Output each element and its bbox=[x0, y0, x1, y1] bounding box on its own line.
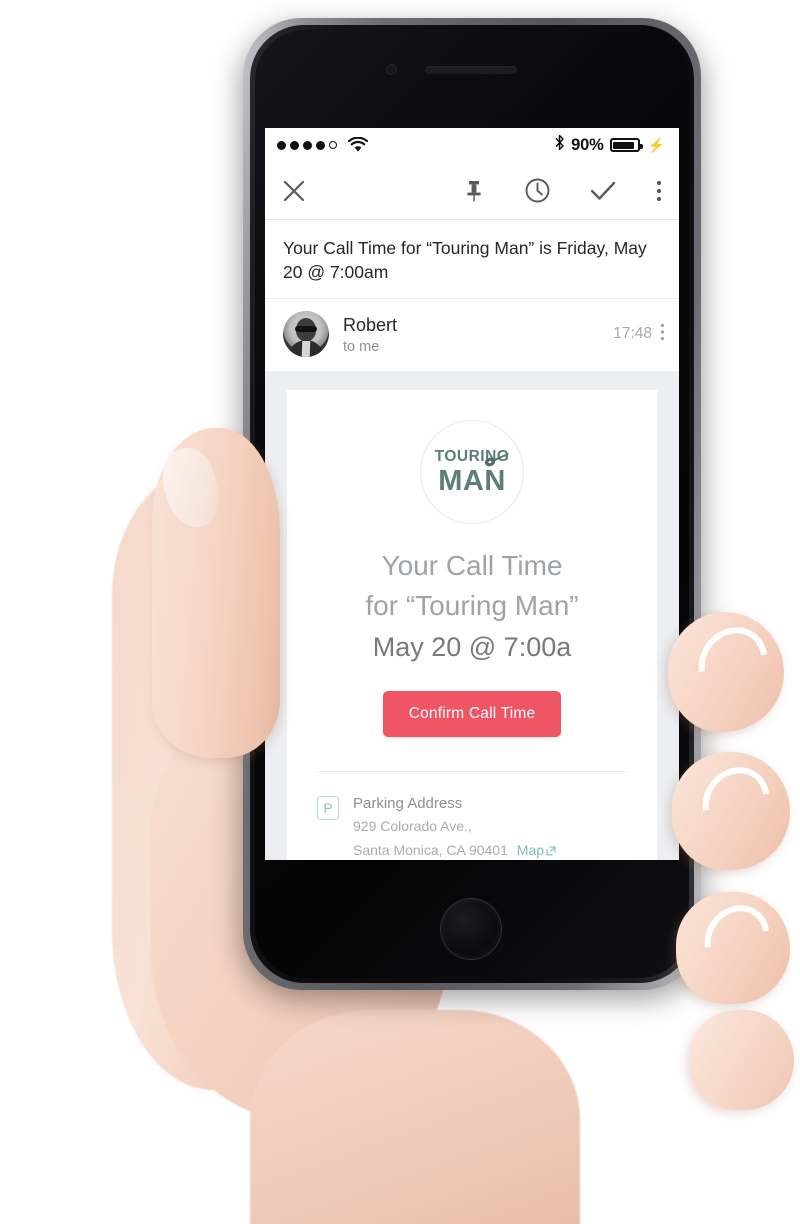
parking-text: Parking Address 929 Colorado Ave., Santa… bbox=[353, 794, 556, 860]
parking-city-line: Santa Monica, CA 90401 Map bbox=[353, 840, 556, 860]
phone-screen: 90% ⚡ Your Call Time for “Touring Man” i… bbox=[265, 128, 679, 860]
external-link-icon bbox=[546, 841, 556, 860]
subject-line-1: Your Call Time for “Touring Man” is Frid… bbox=[283, 238, 609, 258]
sender-row[interactable]: Robert to me 17:48 bbox=[265, 299, 679, 373]
headline-line-1: Your Call Time bbox=[381, 550, 563, 582]
earpiece-speaker bbox=[425, 66, 517, 74]
sender-text: Robert to me bbox=[343, 314, 397, 355]
parking-title: Parking Address bbox=[353, 794, 463, 812]
signal-dot bbox=[303, 140, 312, 150]
call-time-datetime: May 20 @ 7:00a bbox=[372, 631, 572, 662]
charging-bolt-icon: ⚡ bbox=[647, 136, 665, 153]
signal-dot bbox=[277, 140, 286, 150]
avatar-sunglasses bbox=[295, 326, 317, 333]
map-link[interactable]: Map bbox=[517, 842, 556, 858]
bluetooth-icon bbox=[554, 134, 565, 156]
email-subject: Your Call Time for “Touring Man” is Frid… bbox=[265, 220, 679, 300]
more-options-icon[interactable] bbox=[655, 178, 663, 204]
parking-section: P Parking Address 929 Colorado Ave., San… bbox=[313, 794, 631, 860]
front-camera bbox=[386, 64, 397, 75]
parking-city: Santa Monica, CA 90401 bbox=[353, 841, 508, 858]
sender-meta: 17:48 bbox=[613, 323, 665, 346]
clock-icon[interactable] bbox=[524, 177, 551, 204]
touring-man-logo: TOURING MAN bbox=[420, 420, 524, 525]
headline-line-2: for “Touring Man” bbox=[365, 590, 579, 622]
guitar-icon bbox=[483, 452, 509, 472]
status-bar-right: 90% ⚡ bbox=[554, 134, 665, 156]
email-body-background: TOURING MAN Your Call Time for “Touring … bbox=[265, 372, 679, 860]
check-icon[interactable] bbox=[589, 178, 617, 204]
parking-street: 929 Colorado Ave., bbox=[353, 818, 472, 835]
battery-percent-label: 90% bbox=[571, 135, 604, 154]
status-bar: 90% ⚡ bbox=[265, 128, 679, 162]
card-divider bbox=[317, 770, 627, 772]
email-timestamp: 17:48 bbox=[613, 325, 652, 343]
cta-container: Confirm Call Time bbox=[313, 690, 631, 737]
pin-icon[interactable] bbox=[462, 178, 486, 204]
wifi-icon bbox=[347, 137, 369, 153]
sender-name: Robert bbox=[343, 315, 398, 336]
map-link-label: Map bbox=[516, 841, 545, 858]
message-headline: Your Call Time for “Touring Man” bbox=[313, 546, 631, 626]
logo-container: TOURING MAN bbox=[313, 420, 631, 525]
avatar bbox=[283, 311, 329, 358]
pinky-finger bbox=[690, 1010, 794, 1110]
home-button[interactable] bbox=[440, 898, 502, 960]
hand-wrist bbox=[250, 1010, 580, 1224]
signal-dot-empty bbox=[329, 141, 337, 149]
parking-icon: P bbox=[317, 795, 339, 820]
battery-icon bbox=[609, 138, 643, 152]
message-more-options-icon[interactable] bbox=[660, 323, 665, 346]
signal-strength-dots bbox=[277, 140, 337, 150]
sender-recipient: to me bbox=[343, 338, 380, 355]
email-card: TOURING MAN Your Call Time for “Touring … bbox=[287, 390, 657, 860]
screenshot-stage: 90% ⚡ Your Call Time for “Touring Man” i… bbox=[0, 0, 800, 1224]
email-toolbar bbox=[265, 162, 679, 220]
signal-dot bbox=[290, 140, 299, 150]
signal-dot bbox=[316, 140, 325, 150]
battery-fill bbox=[613, 141, 634, 149]
confirm-call-time-button[interactable]: Confirm Call Time bbox=[382, 690, 562, 737]
avatar-collar bbox=[301, 341, 311, 358]
close-icon[interactable] bbox=[281, 178, 307, 204]
